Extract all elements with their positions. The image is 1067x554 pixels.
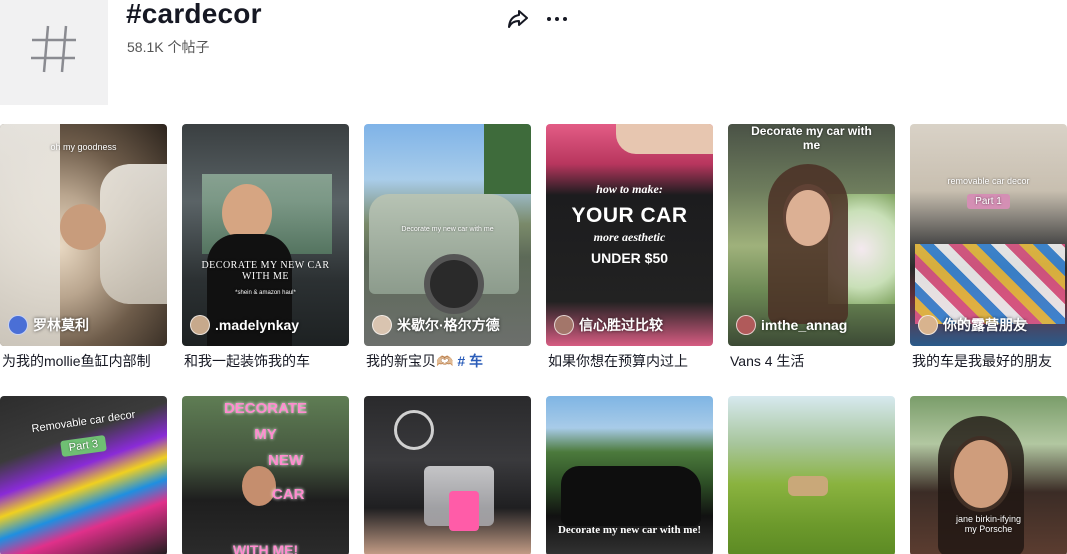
overlay-text: DECORATE MY NEW CAR WITH ME (201, 260, 330, 282)
avatar (554, 315, 574, 335)
hashtag-icon (31, 25, 76, 72)
overlay-text: DECORATE (223, 400, 308, 417)
video-caption[interactable]: Vans 4 生活 (728, 352, 895, 370)
caption-text: 我的车是我最好的朋友 (912, 353, 1052, 369)
overlay-text: WITH ME! (232, 542, 299, 554)
author-name: imthe_annag (761, 317, 848, 333)
more-button[interactable] (544, 6, 570, 32)
video-card[interactable]: removable car decor Part 1 你的露营朋友 我的车是我最… (910, 124, 1067, 370)
video-card[interactable]: Decorate my new car with me! (546, 396, 713, 554)
post-count: 58.1K 个帖子 (127, 39, 210, 55)
video-card[interactable]: Decorate my new car with me 米歇尔·格尔方德 我的新… (364, 124, 531, 370)
video-thumbnail[interactable]: DECORATE MY NEW CAR WITH ME *shein & ama… (182, 124, 349, 346)
author[interactable]: .madelynkay (190, 315, 299, 335)
hashtag-thumbnail (0, 0, 108, 105)
video-caption[interactable]: 和我一起装饰我的车 (182, 352, 349, 370)
overlay-text: Decorate my new car with me! (557, 524, 702, 536)
video-thumbnail[interactable]: DECORATE MY NEW CAR WITH ME! (182, 396, 349, 554)
caption-text: Vans 4 生活 (730, 353, 805, 369)
avatar (190, 315, 210, 335)
author-name: 米歇尔·格尔方德 (397, 317, 500, 333)
video-thumbnail[interactable] (364, 396, 531, 554)
part-badge: Part 1 (967, 194, 1010, 209)
video-caption[interactable]: 如果你想在预算内过上 (546, 352, 713, 370)
avatar (8, 315, 28, 335)
caption-text: 我的新宝贝🫶🏼 (366, 353, 458, 369)
video-card[interactable]: Decorate my car with me imthe_annag Vans… (728, 124, 895, 370)
hashtag-link[interactable]: # 车 (457, 353, 483, 369)
overlay-text: Decorate my new car with me (401, 226, 494, 233)
caption-text: 如果你想在预算内过上 (548, 353, 688, 369)
overlay-subtext: *shein & amazon haul* (235, 290, 296, 296)
video-caption[interactable]: 我的车是我最好的朋友 (910, 352, 1067, 370)
caption-text: 为我的mollie鱼缸内部制 (2, 353, 151, 369)
video-card[interactable] (728, 396, 895, 554)
video-caption[interactable]: 我的新宝贝🫶🏼 # 车 (364, 352, 531, 370)
video-thumbnail[interactable]: Decorate my new car with me! (546, 396, 713, 554)
overlay-text: NEW (268, 452, 303, 469)
avatar (372, 315, 392, 335)
video-card[interactable] (364, 396, 531, 554)
share-button[interactable] (505, 6, 531, 32)
author[interactable]: 信心胜过比较 (554, 315, 663, 335)
video-thumbnail[interactable]: Removable car decor Part 3 (0, 396, 167, 554)
author-name: .madelynkay (215, 317, 300, 333)
caption-text: 和我一起装饰我的车 (184, 353, 310, 369)
overlay-text: how to make: (596, 182, 663, 196)
video-card[interactable]: DECORATE MY NEW CAR WITH ME! (182, 396, 349, 554)
video-card[interactable]: oh my goodness 罗林莫利 为我的mollie鱼缸内部制 (0, 124, 167, 370)
author[interactable]: 米歇尔·格尔方德 (372, 315, 500, 335)
author[interactable]: imthe_annag (736, 315, 847, 335)
overlay-text: removable car decor (947, 176, 1030, 186)
author-name: 信心胜过比较 (579, 317, 663, 333)
overlay-text: Decorate my car with me (751, 124, 872, 152)
video-card[interactable]: jane birkin-ifying my Porsche (910, 396, 1067, 554)
video-thumbnail[interactable]: jane birkin-ifying my Porsche (910, 396, 1067, 554)
overlay-text: oh my goodness (50, 142, 117, 152)
hashtag-header: #cardecor 58.1K 个帖子 (0, 0, 1067, 110)
video-thumbnail[interactable] (728, 396, 895, 554)
video-thumbnail[interactable]: removable car decor Part 1 你的露营朋友 (910, 124, 1067, 346)
video-thumbnail[interactable]: oh my goodness 罗林莫利 (0, 124, 167, 346)
page-title: #cardecor (126, 0, 262, 29)
overlay-text: MY (254, 426, 277, 443)
overlay-text: CAR (272, 486, 305, 503)
author-name: 罗林莫利 (33, 317, 89, 333)
author[interactable]: 罗林莫利 (8, 315, 89, 335)
video-card[interactable]: Removable car decor Part 3 (0, 396, 167, 554)
overlay-subtext: Part 1 (910, 194, 1067, 209)
overlay-subtext: more aesthetic (593, 230, 666, 244)
video-card[interactable]: DECORATE MY NEW CAR WITH ME *shein & ama… (182, 124, 349, 370)
part-badge: Part 3 (59, 434, 108, 458)
share-icon (508, 10, 528, 28)
avatar (736, 315, 756, 335)
video-caption[interactable]: 为我的mollie鱼缸内部制 (0, 352, 167, 370)
overlay-text: jane birkin-ifying my Porsche (955, 514, 1022, 534)
overlay-price: UNDER $50 (590, 250, 669, 266)
video-thumbnail[interactable]: Decorate my car with me imthe_annag (728, 124, 895, 346)
author[interactable]: 你的露营朋友 (918, 315, 1027, 335)
overlay-title: YOUR CAR (571, 204, 688, 227)
more-icon (547, 17, 567, 21)
avatar (918, 315, 938, 335)
video-thumbnail[interactable]: Decorate my new car with me 米歇尔·格尔方德 (364, 124, 531, 346)
video-card[interactable]: how to make: YOUR CAR more aesthetic UND… (546, 124, 713, 370)
author-name: 你的露营朋友 (943, 317, 1027, 333)
video-thumbnail[interactable]: how to make: YOUR CAR more aesthetic UND… (546, 124, 713, 346)
